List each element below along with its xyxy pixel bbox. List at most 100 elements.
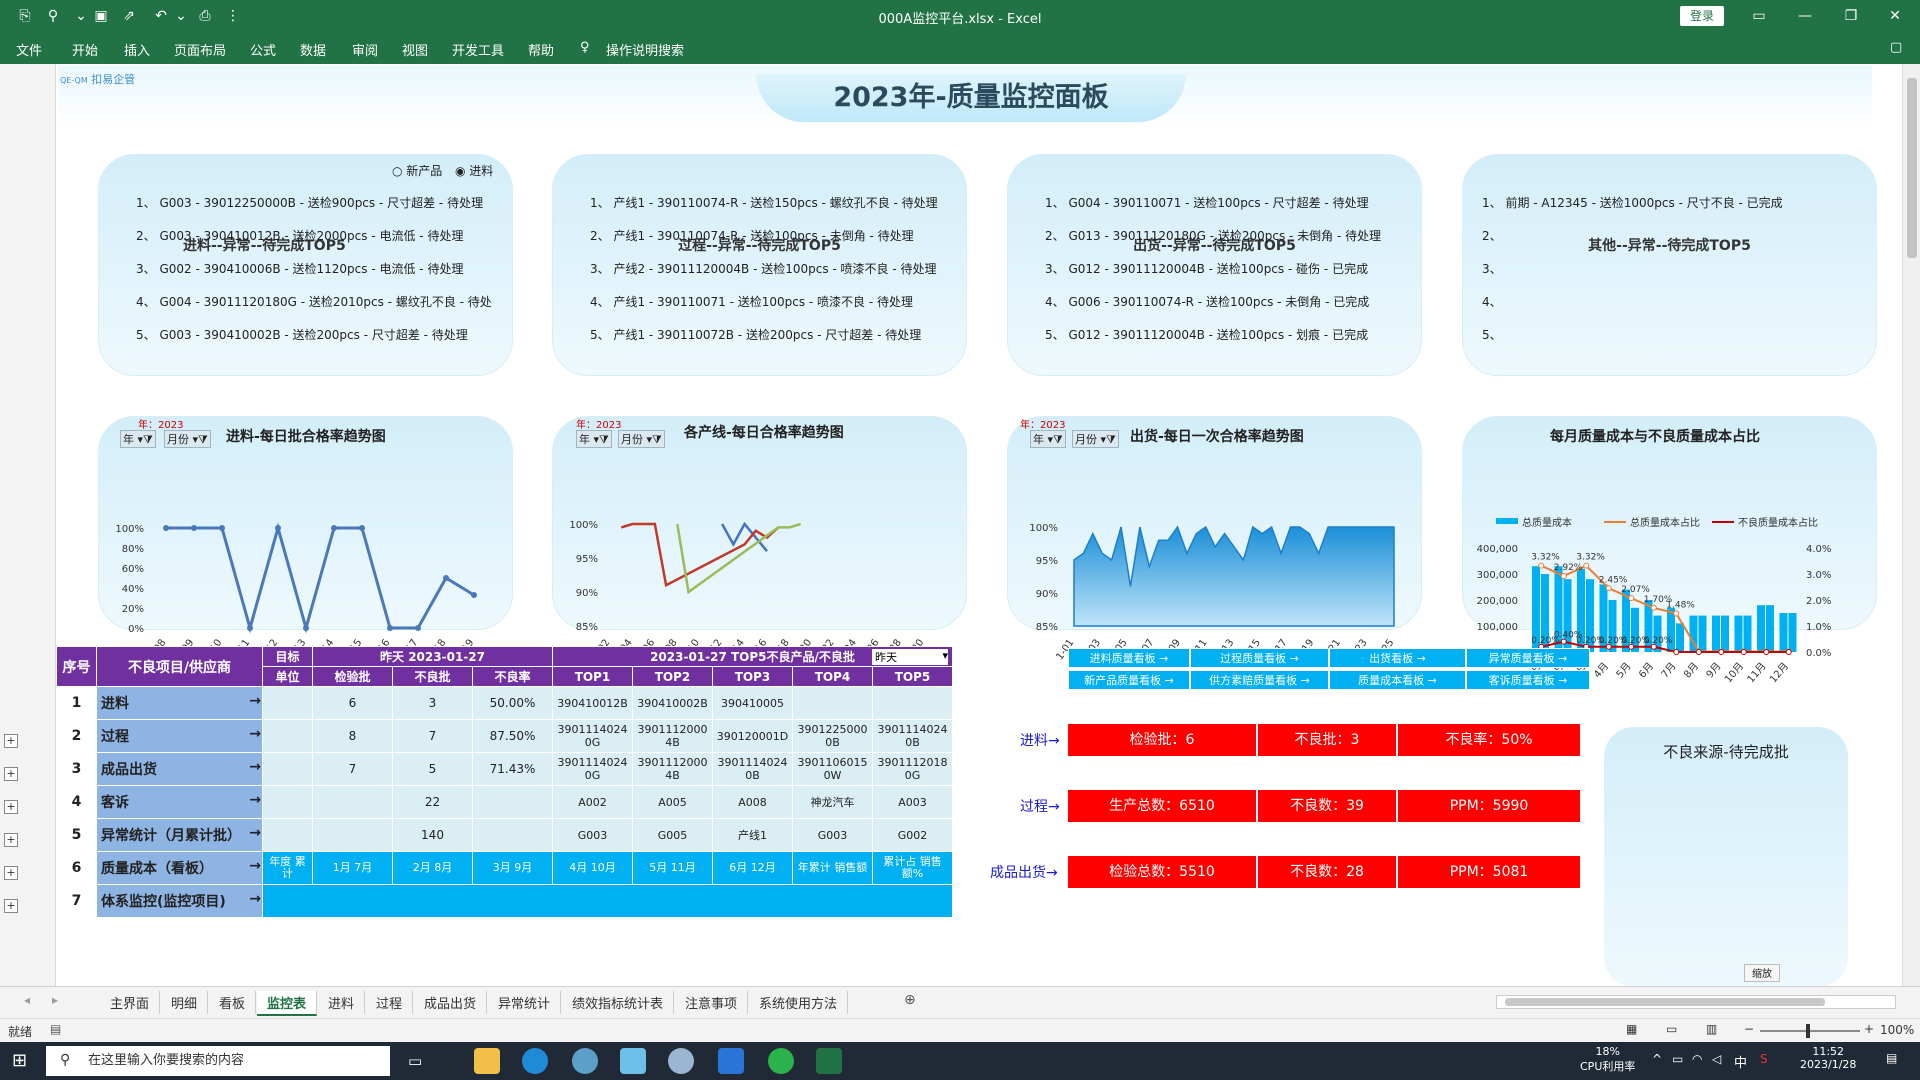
dashboard-link-button[interactable]: 出货看板 → — [1329, 648, 1466, 668]
row-name[interactable]: 过程 → — [96, 719, 263, 753]
vertical-scrollbar[interactable] — [1902, 64, 1920, 986]
dashboard-link-button[interactable]: 异常质量看板 → — [1466, 648, 1590, 668]
kpi-label[interactable]: 进料→ — [1020, 730, 1060, 750]
sheet-tab[interactable]: 明细 — [161, 991, 209, 1014]
period-dropdown[interactable]: 昨天 ▾ — [872, 649, 948, 665]
data-point — [1763, 649, 1770, 655]
dashboard-link-button[interactable]: 新产品质量看板 → — [1068, 670, 1190, 690]
menu-insert[interactable]: 插入 — [124, 40, 150, 59]
close-icon[interactable]: ✕ — [1880, 6, 1910, 26]
minimize-icon[interactable]: — — [1790, 6, 1820, 26]
series-line — [721, 521, 768, 552]
row-name[interactable]: 进料 → — [96, 686, 263, 720]
task-view-icon[interactable]: ▭ — [408, 1052, 422, 1070]
file-explorer-icon[interactable] — [474, 1048, 500, 1074]
x-tick-label: 9月 — [1704, 660, 1724, 680]
tab-next-icon[interactable]: ▸ — [52, 993, 58, 1007]
sheet-tab[interactable]: 注意事项 — [675, 991, 749, 1014]
dashboard-link-button[interactable]: 客诉质量看板 → — [1466, 670, 1590, 690]
sheet-tab[interactable]: 过程 — [366, 991, 414, 1014]
ime-indicator[interactable]: 中 — [1734, 1052, 1747, 1071]
chart-title: 不良来源-待完成批 — [1663, 743, 1789, 761]
sogou-icon[interactable]: S — [1760, 1052, 1768, 1066]
sheet-tab[interactable]: 绩效指标统计表 — [562, 991, 675, 1014]
menu-developer[interactable]: 开发工具 — [452, 40, 504, 59]
sheet-tab[interactable]: 成品出货 — [414, 991, 488, 1014]
kpi-label[interactable]: 过程→ — [1020, 796, 1060, 816]
zoom-slider[interactable] — [1760, 1030, 1860, 1032]
page-break-icon[interactable]: ▥ — [1706, 1022, 1717, 1036]
windows-start-icon[interactable]: ⊞ — [12, 1050, 27, 1071]
network-icon[interactable]: ▭ — [1672, 1052, 1683, 1066]
chevron-up-icon[interactable]: ^ — [1652, 1052, 1662, 1066]
menu-data[interactable]: 数据 — [300, 40, 326, 59]
app-icon[interactable] — [572, 1048, 598, 1074]
x-tick-label: 10月 — [1722, 660, 1746, 685]
wifi-icon[interactable]: ◠ — [1692, 1052, 1702, 1066]
volume-icon[interactable]: ◁ — [1712, 1052, 1721, 1066]
notes-icon[interactable] — [620, 1048, 646, 1074]
menu-file[interactable]: 文件 — [16, 40, 42, 59]
notification-icon[interactable]: ▤ — [1886, 1051, 1897, 1065]
y-tick-label: 90% — [1036, 589, 1058, 600]
menu-review[interactable]: 审阅 — [352, 40, 378, 59]
menu-formulas[interactable]: 公式 — [250, 40, 276, 59]
cpu-widget[interactable]: 18% CPU利用率 — [1580, 1045, 1635, 1074]
row-name[interactable]: 异常统计（月累计批） → — [96, 818, 263, 852]
zoom-out-icon[interactable]: − — [1744, 1022, 1754, 1036]
menu-page-layout[interactable]: 页面布局 — [174, 40, 226, 59]
y-tick-label: 90% — [576, 588, 598, 599]
taskbar-search[interactable]: 在这里输入你要搜索的内容 — [46, 1046, 390, 1076]
zoom-handle[interactable] — [1806, 1024, 1810, 1038]
table-cell: 3901112018 0G — [872, 752, 953, 786]
menu-view[interactable]: 视图 — [402, 40, 428, 59]
wechat-icon[interactable] — [768, 1048, 794, 1074]
clock[interactable]: 11:52 2023/1/28 — [1800, 1045, 1856, 1071]
ribbon-display-icon[interactable]: ▭ — [1744, 6, 1774, 26]
excel-icon[interactable] — [816, 1048, 842, 1074]
dashboard-link-button[interactable]: 过程质量看板 → — [1190, 648, 1329, 668]
dashboard-link-button[interactable]: 质量成本看板 → — [1329, 670, 1466, 690]
page-layout-icon[interactable]: ▭ — [1666, 1022, 1677, 1036]
add-sheet-icon[interactable]: ⊕ — [904, 992, 916, 1008]
row-name[interactable]: 体系监控(监控项目) → — [96, 884, 263, 918]
row-name[interactable]: 成品出货 → — [96, 752, 263, 786]
worksheet[interactable]: + + + + + + QE-QM 扣易企管 2023年-质量监控面板 进料--… — [0, 64, 1920, 986]
scroll-thumb[interactable] — [1505, 998, 1825, 1006]
scroll-thumb[interactable] — [1907, 78, 1917, 258]
menu-home[interactable]: 开始 — [72, 40, 98, 59]
y-tick-label: 300,000 — [1477, 570, 1518, 581]
zoom-in-icon[interactable]: + — [1864, 1022, 1874, 1036]
zoom-level[interactable]: 100% — [1880, 1023, 1914, 1037]
restore-icon[interactable]: ❐ — [1836, 6, 1866, 26]
row-index: 4 — [56, 785, 97, 819]
chat-icon[interactable] — [668, 1048, 694, 1074]
target-cell — [262, 719, 313, 753]
dashboard-link-button[interactable]: 进料质量看板 → — [1068, 648, 1190, 668]
row-name[interactable]: 质量成本（看板） → — [96, 851, 263, 885]
sheet-tab[interactable]: 异常统计 — [488, 991, 562, 1014]
sheet-tab[interactable]: 主界面 — [100, 991, 161, 1014]
login-button[interactable]: 登录 — [1680, 6, 1724, 26]
edge-icon[interactable] — [522, 1048, 548, 1074]
menu-help[interactable]: 帮助 — [528, 40, 554, 59]
sheet-tab[interactable]: 系统使用方法 — [749, 991, 849, 1014]
tell-me-search[interactable]: 操作说明搜索 — [606, 40, 684, 59]
status-ready: 就绪 — [8, 1025, 33, 1039]
tab-prev-icon[interactable]: ◂ — [24, 993, 30, 1007]
row-name[interactable]: 客诉 → — [96, 785, 263, 819]
row-index: 7 — [56, 884, 97, 918]
sheet-tab[interactable]: 进料 — [318, 991, 366, 1014]
sheet-tab[interactable]: 监控表 — [257, 991, 318, 1016]
y-tick-label: 100% — [115, 524, 144, 535]
u-app-icon[interactable] — [718, 1048, 744, 1074]
horizontal-scrollbar[interactable] — [1496, 995, 1896, 1009]
comments-icon[interactable]: ▢ — [1890, 40, 1902, 55]
macro-icon[interactable]: ▤ — [50, 1022, 61, 1036]
dashboard-link-button[interactable]: 供方素赔质量看板 → — [1190, 670, 1329, 690]
kpi-label[interactable]: 成品出货→ — [990, 862, 1058, 882]
table-cell: G005 — [632, 818, 713, 852]
normal-view-icon[interactable]: ▦ — [1626, 1022, 1637, 1036]
sheet-tab[interactable]: 看板 — [209, 991, 257, 1014]
x-tick-label: 5月 — [1614, 660, 1634, 680]
